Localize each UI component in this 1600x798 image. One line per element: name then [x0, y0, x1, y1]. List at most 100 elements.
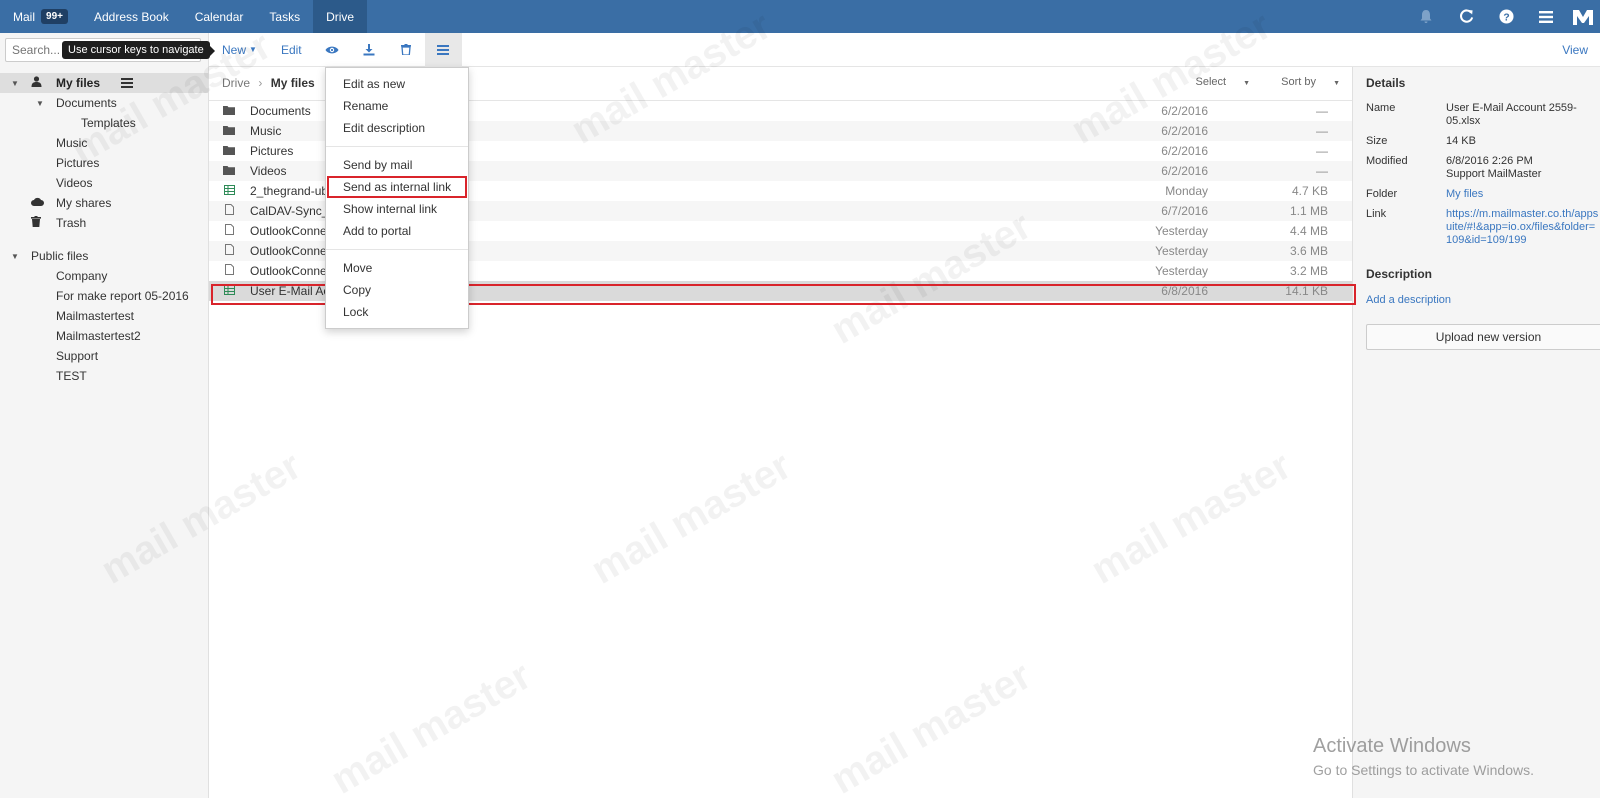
menu-send-internal-link[interactable]: Send as internal link	[327, 176, 467, 198]
menu-add-to-portal[interactable]: Add to portal	[326, 220, 468, 242]
menu-edit-as-new[interactable]: Edit as new	[326, 73, 468, 95]
nav-calendar[interactable]: Calendar	[182, 0, 257, 33]
file-icon	[223, 204, 235, 218]
tree-pictures[interactable]: Pictures	[0, 153, 208, 173]
trash-icon	[31, 216, 41, 230]
description-heading: Description	[1366, 267, 1433, 281]
file-date: 6/2/2016	[1161, 104, 1208, 118]
detail-modified: Modified 6/8/2016 2:26 PM Support MailMas…	[1366, 155, 1542, 180]
menu-icon[interactable]	[1526, 0, 1566, 33]
file-date: 6/2/2016	[1161, 144, 1208, 158]
edit-button[interactable]: Edit	[269, 33, 314, 67]
caret-down-icon: ▼	[1333, 80, 1340, 87]
tree-my-files[interactable]: ▼ My files	[0, 73, 208, 93]
new-button[interactable]: New ▼	[209, 33, 269, 67]
tree-trash[interactable]: Trash	[0, 213, 208, 233]
tree-public-item[interactable]: Mailmastertest2	[0, 326, 208, 346]
file-date: 6/2/2016	[1161, 164, 1208, 178]
folder-icon	[223, 105, 235, 118]
app-nav: Mail 99+ Address Book Calendar Tasks Driv…	[0, 0, 368, 33]
tree-label: Trash	[56, 216, 87, 230]
tree-public-item[interactable]: For make report 05-2016	[0, 286, 208, 306]
folder-link[interactable]: My files	[1446, 188, 1600, 201]
file-name: Music	[250, 124, 282, 138]
menu-rename[interactable]: Rename	[326, 95, 468, 117]
tree-documents[interactable]: ▼ Documents	[0, 93, 208, 113]
file-name: OutlookConnec	[250, 224, 333, 238]
top-bar: Mail 99+ Address Book Calendar Tasks Driv…	[0, 0, 1600, 33]
caret-down-icon[interactable]: ▼	[11, 252, 19, 261]
menu-divider	[326, 249, 468, 250]
tree-public-files[interactable]: ▼ Public files	[0, 246, 208, 266]
nav-mail[interactable]: Mail 99+	[0, 0, 81, 33]
detail-size: Size 14 KB	[1366, 135, 1476, 147]
tree-label: Videos	[56, 176, 93, 190]
file-size: 4.4 MB	[1289, 224, 1328, 238]
add-description-link[interactable]: Add a description	[1366, 294, 1451, 306]
tree-label: Public files	[31, 249, 89, 263]
download-icon[interactable]	[351, 33, 388, 67]
delete-icon[interactable]	[388, 33, 425, 67]
folder-icon	[223, 165, 235, 178]
breadcrumb-separator: ›	[258, 76, 263, 90]
menu-move[interactable]: Move	[326, 257, 468, 279]
menu-copy[interactable]: Copy	[326, 279, 468, 301]
nav-drive[interactable]: Drive	[313, 0, 368, 33]
tree-label: Templates	[81, 116, 136, 130]
tree-public-item[interactable]: TEST	[0, 366, 208, 386]
menu-send-by-mail[interactable]: Send by mail	[326, 154, 468, 176]
file-name: OutlookConnec	[250, 244, 333, 258]
tree-my-shares[interactable]: My shares	[0, 193, 208, 213]
tree-public-item[interactable]: Support	[0, 346, 208, 366]
menu-lock[interactable]: Lock	[326, 301, 468, 323]
tree-label: My files	[56, 76, 101, 90]
file-size: 14.1 KB	[1285, 284, 1328, 298]
menu-show-internal-link[interactable]: Show internal link	[326, 198, 468, 220]
help-icon[interactable]: ?	[1486, 0, 1526, 33]
upload-new-version-button[interactable]: Upload new version	[1366, 324, 1600, 350]
nav-tasks[interactable]: Tasks	[256, 0, 313, 33]
breadcrumb-drive[interactable]: Drive	[222, 76, 250, 90]
file-name: Videos	[250, 164, 287, 178]
select-dropdown[interactable]: Select ▼	[1182, 76, 1251, 88]
view-button[interactable]: View	[1550, 33, 1600, 67]
bell-icon[interactable]	[1406, 0, 1446, 33]
cloud-icon	[31, 197, 44, 209]
folder-sidebar: Use cursor keys to navigate ▼ My files ▼…	[0, 33, 215, 798]
caret-down-icon: ▼	[249, 45, 257, 54]
tree-label: Documents	[56, 96, 117, 110]
more-actions-menu: Edit as new Rename Edit description Send…	[325, 67, 469, 329]
file-date: Yesterday	[1155, 224, 1208, 238]
file-date: 6/2/2016	[1161, 124, 1208, 138]
eye-icon[interactable]	[314, 33, 351, 67]
file-size: —	[1316, 124, 1328, 138]
file-name: User E-Mail Ac	[250, 284, 330, 298]
refresh-icon[interactable]	[1446, 0, 1486, 33]
internal-link[interactable]: https://m.mailmaster.co.th/appsuite/#!&a…	[1446, 208, 1600, 247]
tree-public-item[interactable]: Company	[0, 266, 208, 286]
caret-down-icon[interactable]: ▼	[36, 99, 44, 108]
menu-divider	[326, 146, 468, 147]
tree-music[interactable]: Music	[0, 133, 208, 153]
file-date: 6/8/2016	[1161, 284, 1208, 298]
file-size: —	[1316, 144, 1328, 158]
tree-templates[interactable]: Templates	[0, 113, 208, 133]
menu-edit-description[interactable]: Edit description	[326, 117, 468, 139]
file-size: —	[1316, 164, 1328, 178]
tree-videos[interactable]: Videos	[0, 173, 208, 193]
tree-public-item[interactable]: Mailmastertest	[0, 306, 208, 326]
file-name: CalDAV-Sync_v	[250, 204, 335, 218]
activate-windows-notice: Activate Windows Go to Settings to activ…	[1313, 735, 1534, 778]
file-size: 1.1 MB	[1289, 204, 1328, 218]
more-actions-icon[interactable]	[424, 32, 462, 67]
caret-down-icon: ▼	[1243, 80, 1251, 87]
breadcrumb-current: My files	[270, 76, 315, 90]
nav-address-book[interactable]: Address Book	[81, 0, 182, 33]
sort-dropdown[interactable]: Sort by ▼	[1267, 76, 1340, 88]
folder-icon	[223, 125, 235, 138]
folder-options-icon[interactable]	[121, 76, 133, 91]
user-icon	[31, 76, 42, 90]
caret-down-icon[interactable]: ▼	[11, 79, 19, 88]
file-date: Yesterday	[1155, 244, 1208, 258]
